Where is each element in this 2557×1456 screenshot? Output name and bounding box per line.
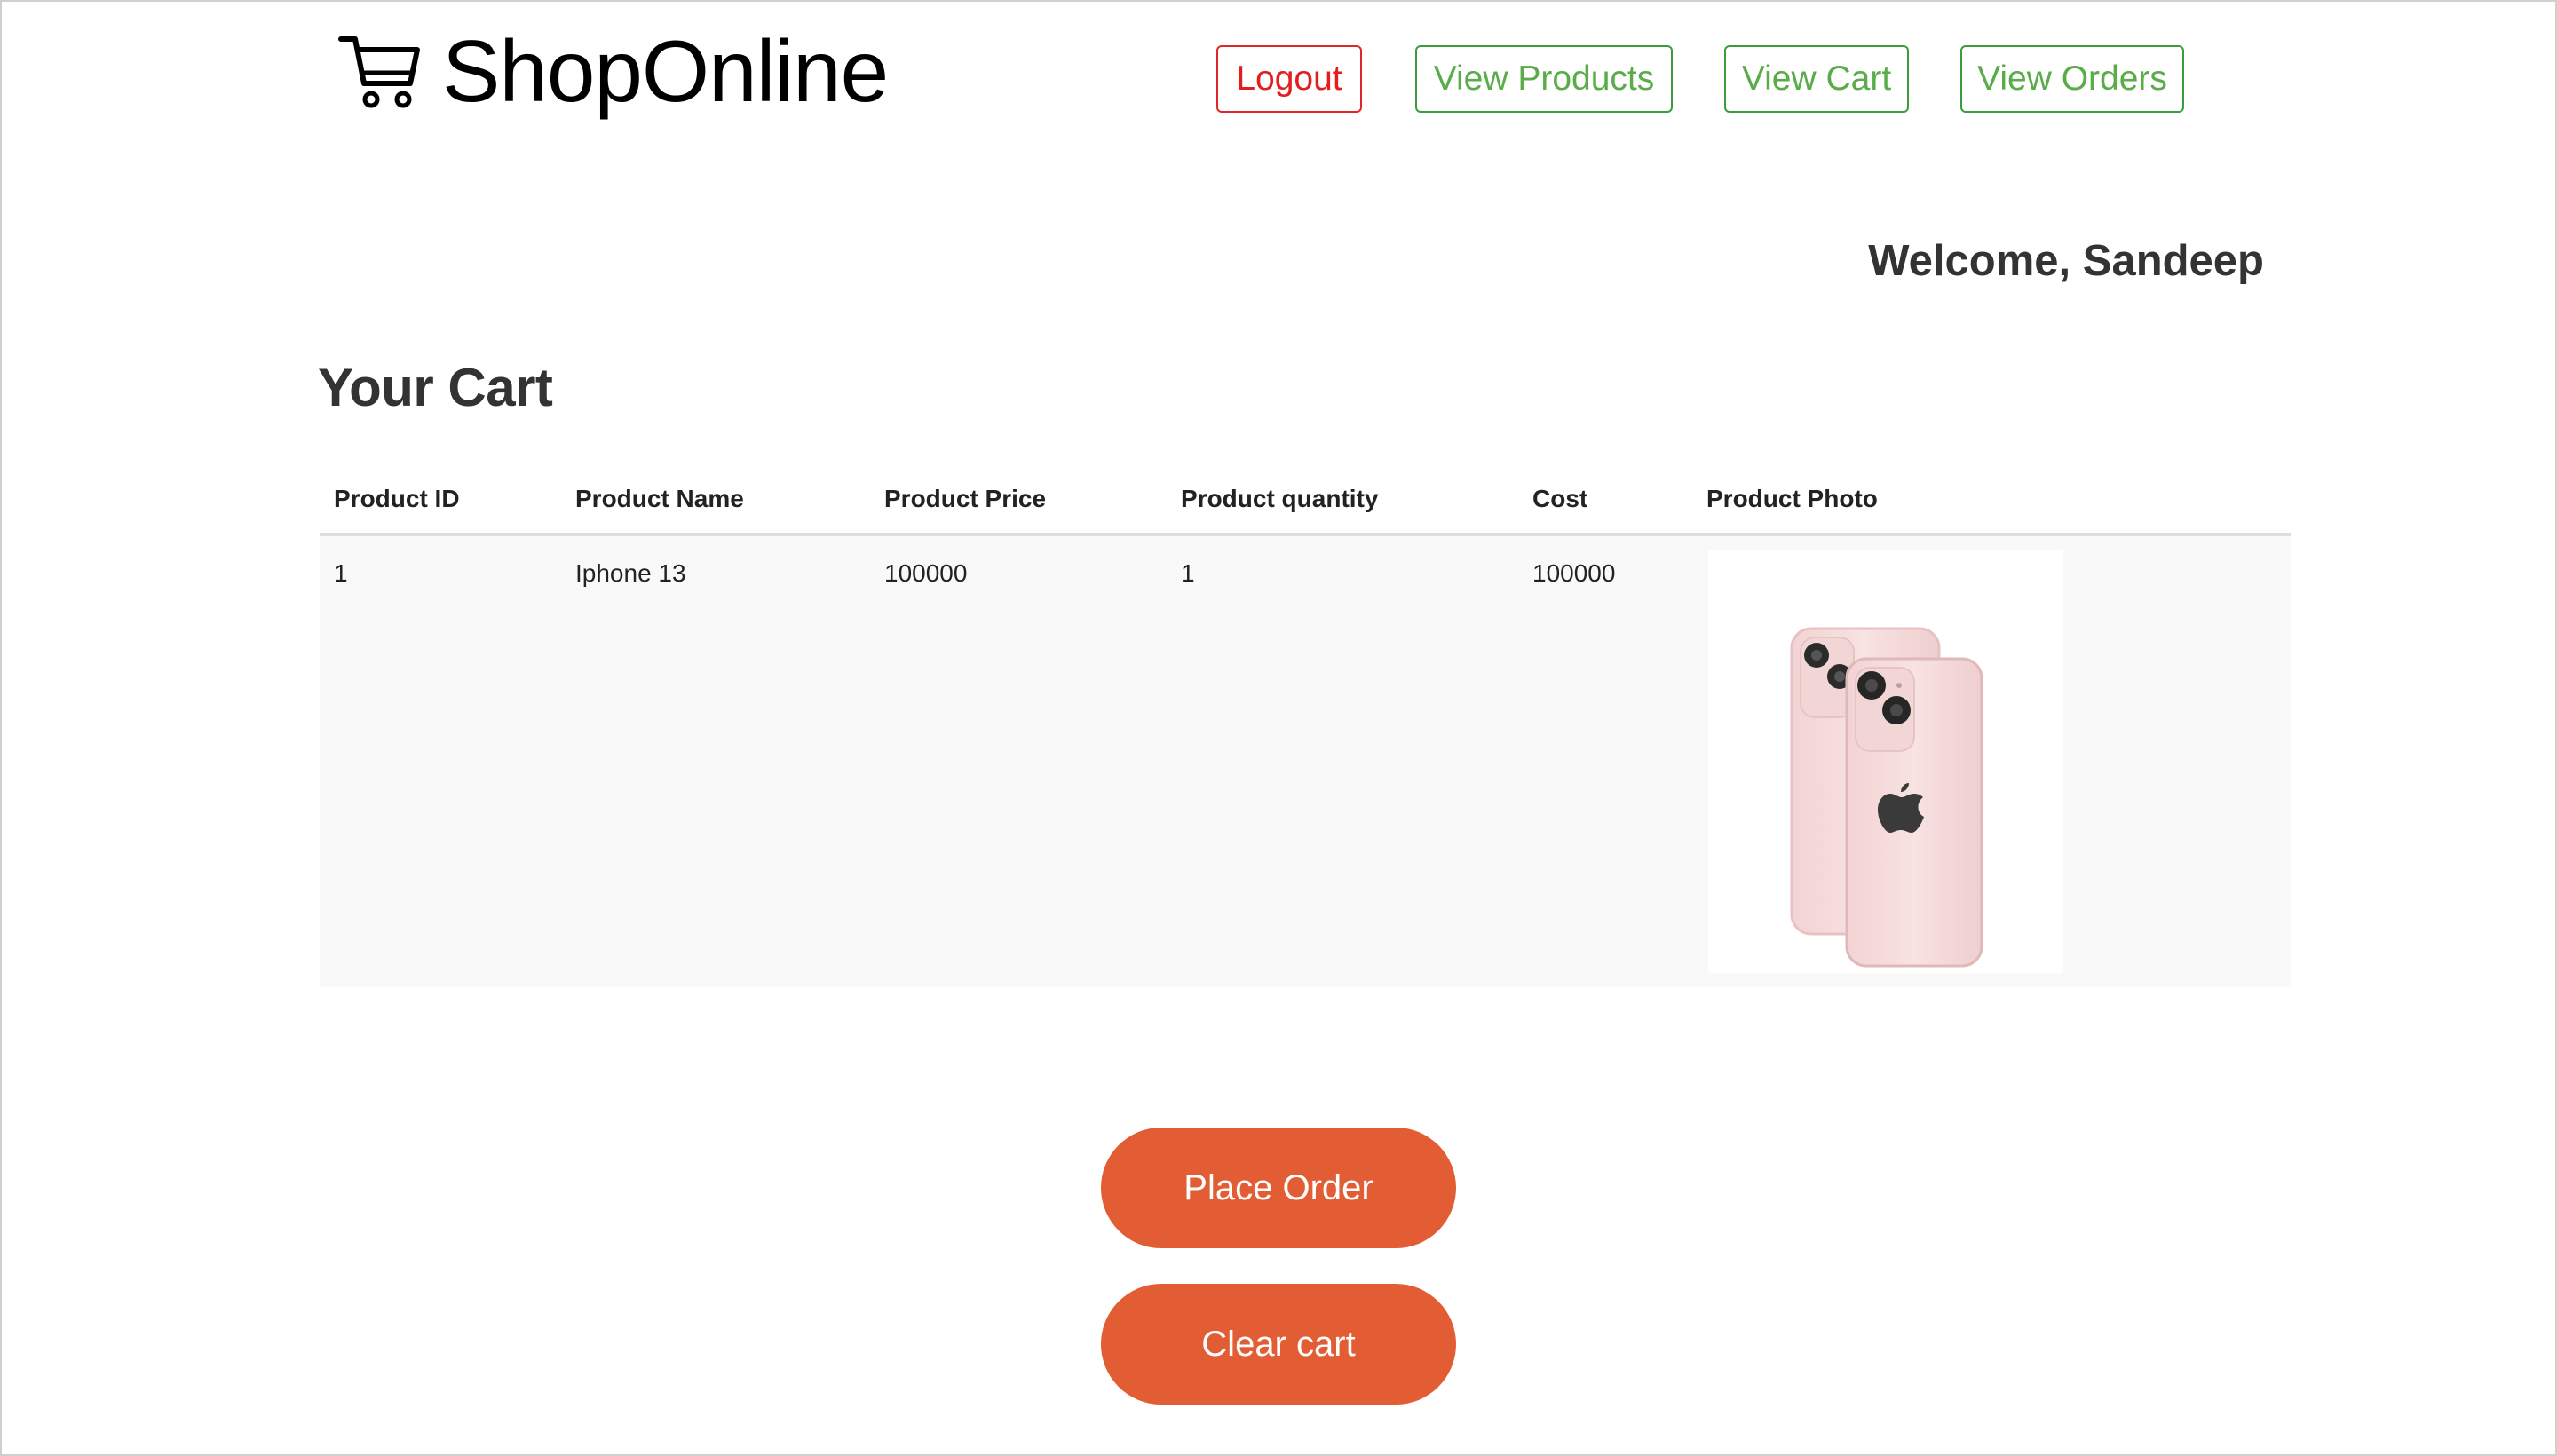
- cart-table: Product ID Product Name Product Price Pr…: [320, 472, 2291, 987]
- table-row: 1 Iphone 13 100000 1 100000: [320, 536, 2291, 987]
- column-header-product-quantity: Product quantity: [1181, 485, 1379, 512]
- cell-product-quantity: 1: [1181, 559, 1195, 587]
- clear-cart-button[interactable]: Clear cart: [1101, 1284, 1456, 1405]
- product-photo: [1708, 550, 2063, 973]
- column-header-product-price: Product Price: [884, 485, 1047, 512]
- view-orders-button[interactable]: View Orders: [1960, 45, 2184, 113]
- column-header-product-name: Product Name: [575, 485, 744, 512]
- cell-product-name: Iphone 13: [575, 559, 686, 587]
- column-header-product-id: Product ID: [334, 485, 460, 512]
- page-title: Your Cart: [318, 358, 553, 417]
- welcome-message: Welcome, Sandeep: [1868, 237, 2264, 285]
- column-header-cost: Cost: [1532, 485, 1588, 512]
- shopping-cart-icon: [338, 36, 420, 108]
- brand-logo[interactable]: ShopOnline: [337, 18, 889, 124]
- iphone-13-pink-photo: [1790, 627, 1983, 968]
- place-order-button[interactable]: Place Order: [1101, 1128, 1456, 1248]
- view-cart-button[interactable]: View Cart: [1724, 45, 1909, 113]
- column-header-product-photo: Product Photo: [1706, 485, 1878, 512]
- brand-name: ShopOnline: [442, 22, 889, 120]
- view-products-button[interactable]: View Products: [1415, 45, 1673, 113]
- cell-product-price: 100000: [884, 559, 968, 587]
- cell-cost: 100000: [1532, 559, 1616, 587]
- table-header: Product ID Product Name Product Price Pr…: [320, 472, 2291, 536]
- cell-product-id: 1: [334, 559, 348, 587]
- logout-button[interactable]: Logout: [1216, 45, 1362, 113]
